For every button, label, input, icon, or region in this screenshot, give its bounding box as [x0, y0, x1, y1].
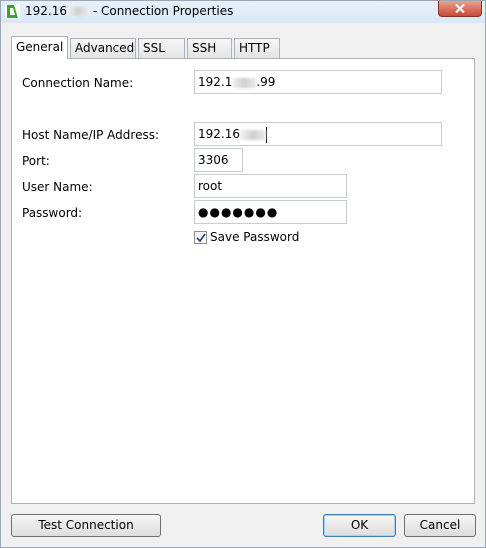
tab-general[interactable]: General	[11, 36, 68, 59]
host-input[interactable]: 192.16	[194, 122, 442, 146]
test-connection-button[interactable]: Test Connection	[11, 514, 161, 537]
save-password-checkbox[interactable]	[194, 231, 207, 244]
close-button[interactable]	[438, 1, 482, 17]
port-input[interactable]: 3306	[194, 148, 243, 172]
connection-name-label: Connection Name:	[22, 76, 134, 90]
tab-http[interactable]: HTTP	[234, 38, 280, 58]
host-label: Host Name/IP Address:	[22, 128, 160, 142]
password-input[interactable]: ●●●●●●●	[194, 200, 347, 224]
checkmark-icon	[196, 233, 206, 243]
port-label: Port:	[22, 154, 50, 168]
user-name-label: User Name:	[22, 180, 93, 194]
connection-properties-dialog: 192.16 - Connection Properties General A…	[0, 0, 486, 548]
save-password-label: Save Password	[210, 230, 300, 244]
text-caret	[266, 126, 267, 143]
navicat-app-icon	[5, 4, 20, 19]
general-tab-panel: Connection Name: 192.1.99 Host Name/IP A…	[11, 58, 475, 504]
blurred-text	[232, 77, 257, 88]
cancel-button[interactable]: Cancel	[404, 514, 476, 537]
blurred-text	[240, 129, 266, 140]
blurred-text	[67, 7, 89, 16]
title-bar[interactable]: 192.16 - Connection Properties	[1, 1, 485, 23]
connection-name-input[interactable]: 192.1.99	[194, 70, 442, 94]
tab-advanced[interactable]: Advanced	[70, 38, 136, 58]
password-label: Password:	[22, 206, 83, 220]
tab-ssl[interactable]: SSL	[138, 38, 185, 58]
close-icon	[455, 4, 465, 13]
window-title: 192.16 - Connection Properties	[25, 4, 234, 18]
user-name-input[interactable]: root	[194, 174, 347, 198]
ok-button[interactable]: OK	[323, 514, 396, 537]
tab-ssh[interactable]: SSH	[187, 38, 232, 58]
